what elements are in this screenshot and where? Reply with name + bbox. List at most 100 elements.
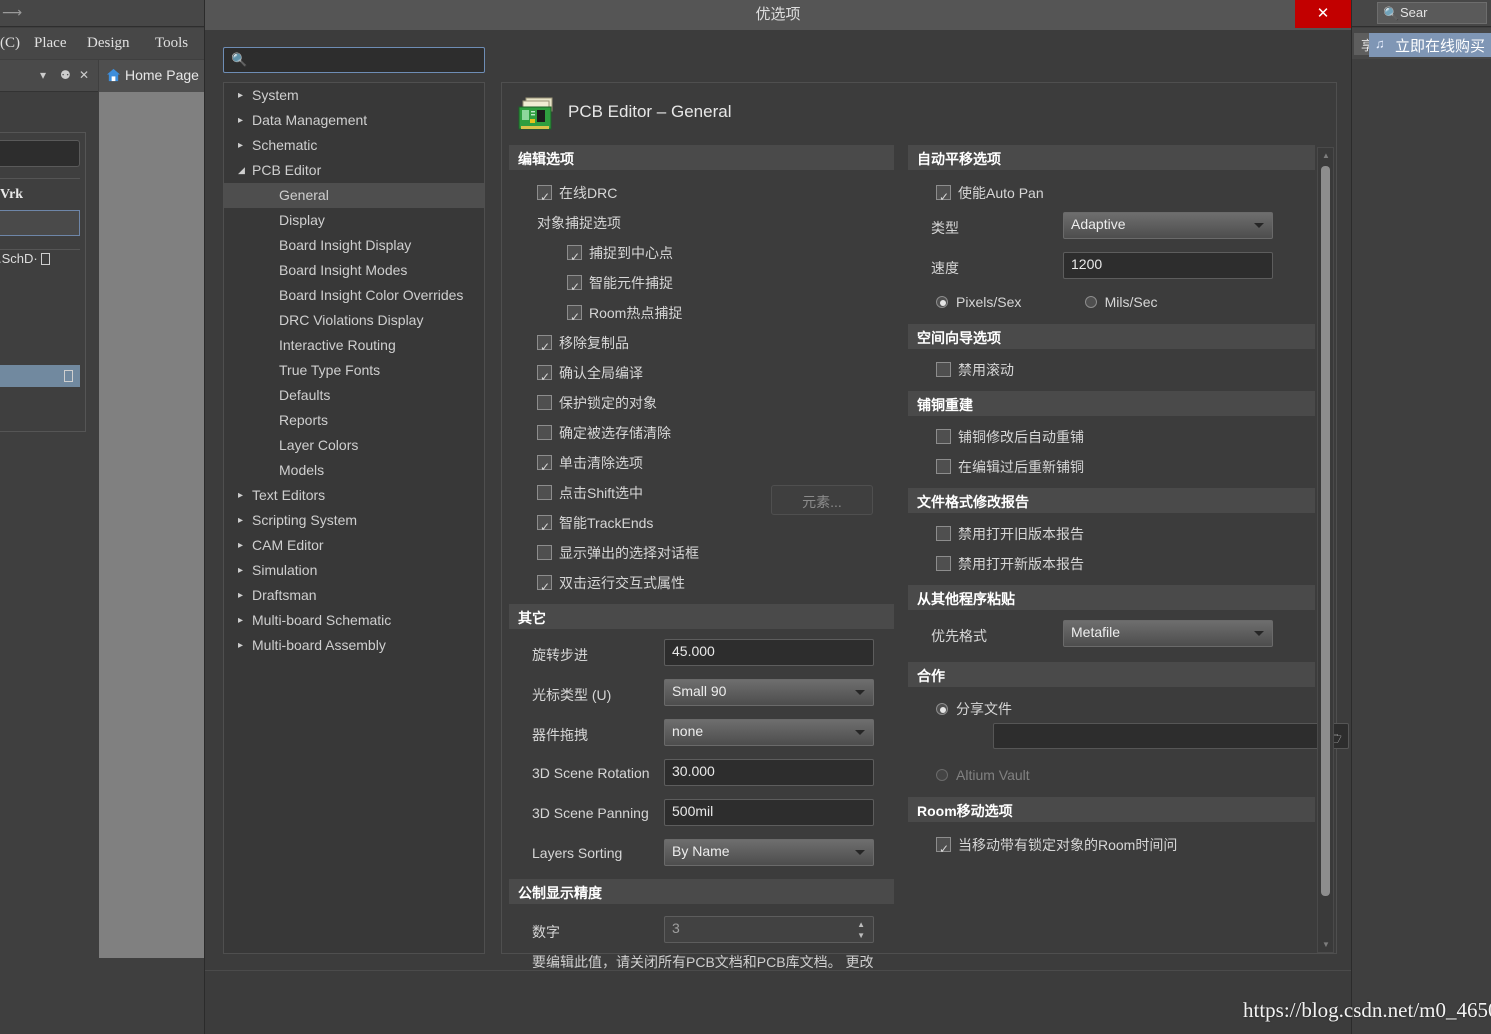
chevron-right-icon[interactable] xyxy=(238,533,250,558)
tree-item-schematic[interactable]: Schematic xyxy=(224,133,484,158)
radio-shared-files[interactable]: 分享文件 xyxy=(936,695,1012,723)
tree-item-display[interactable]: Display xyxy=(224,208,484,233)
chevron-right-icon[interactable] xyxy=(238,83,250,108)
tree-item-data-management[interactable]: Data Management xyxy=(224,108,484,133)
checkbox-click-clears-selection[interactable]: 单击清除选项 xyxy=(537,448,894,482)
global-search-box[interactable]: 🔍 Sear xyxy=(1377,2,1487,24)
tree-item-models[interactable]: Models xyxy=(224,458,484,483)
chevron-down-icon[interactable] xyxy=(238,158,250,183)
close-icon[interactable]: ✕ xyxy=(79,68,89,82)
metric-digits-spinner[interactable]: 3 ▲ ▼ xyxy=(664,916,874,943)
project-doc-row[interactable]: .SchD· xyxy=(0,248,80,270)
tree-item-drc-violations-display[interactable]: DRC Violations Display xyxy=(224,308,484,333)
checkbox-enable-auto-pan[interactable]: 使能Auto Pan xyxy=(936,178,1315,212)
tree-item-pcb-editor[interactable]: PCB Editor xyxy=(224,158,484,183)
other-row-select[interactable]: Small 90 xyxy=(664,679,874,706)
tab-home-page[interactable]: Home Page xyxy=(99,60,206,92)
chevron-up-icon[interactable]: ▲ xyxy=(857,920,865,929)
tree-item-label: DRC Violations Display xyxy=(279,312,424,328)
tree-item-true-type-fonts[interactable]: True Type Fonts xyxy=(224,358,484,383)
tree-item-interactive-routing[interactable]: Interactive Routing xyxy=(224,333,484,358)
tree-item-label: Schematic xyxy=(252,137,318,153)
tree-item-cam-editor[interactable]: CAM Editor xyxy=(224,533,484,558)
other-row-select[interactable]: By Name xyxy=(664,839,874,866)
tree-item-board-insight-display[interactable]: Board Insight Display xyxy=(224,233,484,258)
pin-icon[interactable]: ⚉ xyxy=(60,68,71,82)
tree-item-scripting-system[interactable]: Scripting System xyxy=(224,508,484,533)
tree-item-text-editors[interactable]: Text Editors xyxy=(224,483,484,508)
checkbox-label: 捕捉到中心点 xyxy=(589,245,673,261)
chevron-down-icon xyxy=(855,690,865,695)
chevron-right-icon[interactable] xyxy=(238,508,250,533)
checkbox-disable-roll[interactable]: 禁用滚动 xyxy=(936,355,1315,385)
chevron-down-icon[interactable]: ▼ xyxy=(857,931,865,940)
pointer-icon: ⟶ xyxy=(2,4,23,20)
autopan-speed-input[interactable]: 1200 xyxy=(1063,252,1273,279)
checkbox-double-click-runs-inspector[interactable]: 双击运行交互式属性 xyxy=(537,568,894,602)
group-header-autopan: 自动平移选项 xyxy=(908,145,1315,170)
tree-item-label: Board Insight Display xyxy=(279,237,412,253)
radio-pixels-per-sec[interactable]: Pixels/Sex xyxy=(936,288,1081,316)
chevron-right-icon[interactable] xyxy=(238,558,250,583)
menu-item-design[interactable]: Design xyxy=(87,35,130,52)
panel-text-field[interactable] xyxy=(0,140,80,167)
checkbox-display-popup-selection-dialog[interactable]: 显示弹出的选择对话框 xyxy=(537,538,894,568)
shared-files-path-input[interactable]: 🗁 xyxy=(993,723,1349,749)
tree-item-system[interactable]: System xyxy=(224,83,484,108)
other-row-select[interactable]: none xyxy=(664,719,874,746)
checkbox-ask-when-moving-locked-room[interactable]: 当移动带有锁定对象的Room时间问 xyxy=(936,830,1315,864)
tree-item-reports[interactable]: Reports xyxy=(224,408,484,433)
checkbox-confirm-global-edit[interactable]: 确认全局编译 xyxy=(537,358,894,392)
checkbox-room-hotspot-snap[interactable]: Room热点捕捉 xyxy=(567,298,894,332)
chevron-right-icon[interactable] xyxy=(238,108,250,133)
scrollbar-thumb[interactable] xyxy=(1321,166,1330,896)
promo-buy-online-button[interactable]: ♫ 立即在线购买 xyxy=(1368,33,1491,57)
checkbox-disable-new-version-report[interactable]: 禁用打开新版本报告 xyxy=(936,549,1315,579)
panel-focused-field[interactable] xyxy=(0,210,80,236)
tree-item-general[interactable]: General xyxy=(224,183,484,208)
search-input[interactable] xyxy=(249,48,481,72)
checkbox-disable-old-version-report[interactable]: 禁用打开旧版本报告 xyxy=(936,519,1315,549)
tree-item-layer-colors[interactable]: Layer Colors xyxy=(224,433,484,458)
chevron-right-icon[interactable] xyxy=(238,483,250,508)
tree-item-multi-board-assembly[interactable]: Multi-board Assembly xyxy=(224,633,484,658)
other-row-input[interactable]: 45.000 xyxy=(664,639,874,666)
checkbox-smart-component-snap[interactable]: 智能元件捕捉 xyxy=(567,268,894,302)
autopan-type-select[interactable]: Adaptive xyxy=(1063,212,1273,239)
scroll-down-icon[interactable]: ▼ xyxy=(1322,940,1330,949)
chevron-right-icon[interactable] xyxy=(238,583,250,608)
preferences-search[interactable]: 🔍 xyxy=(223,47,485,73)
chevron-down-icon[interactable]: ▾ xyxy=(40,68,46,82)
tree-item-defaults[interactable]: Defaults xyxy=(224,383,484,408)
chevron-right-icon[interactable] xyxy=(238,633,250,658)
tree-item-multi-board-schematic[interactable]: Multi-board Schematic xyxy=(224,608,484,633)
chevron-right-icon[interactable] xyxy=(238,608,250,633)
tree-item-board-insight-modes[interactable]: Board Insight Modes xyxy=(224,258,484,283)
checkbox-remove-duplicates[interactable]: 移除复制品 xyxy=(537,328,894,362)
menu-item-c[interactable]: (C) xyxy=(0,35,20,52)
close-icon[interactable]: ✕ xyxy=(1295,0,1351,28)
other-row-input[interactable]: 500mil xyxy=(664,799,874,826)
checkbox-online-drc[interactable]: 在线DRC xyxy=(537,178,894,212)
menu-item-place[interactable]: Place xyxy=(34,35,66,52)
checkbox-smart-trackends[interactable]: 智能TrackEnds xyxy=(537,508,894,542)
radio-label: Pixels/Sex xyxy=(956,294,1022,310)
checkbox-confirm-selection-memory-clear[interactable]: 确定被选存储清除 xyxy=(537,418,894,448)
menu-item-tools[interactable]: Tools xyxy=(155,35,188,52)
tree-item-draftsman[interactable]: Draftsman xyxy=(224,583,484,608)
checkbox-snap-to-center[interactable]: 捕捉到中心点 xyxy=(567,238,894,272)
checkbox-repour-after-edit[interactable]: 铺铜修改后自动重铺 xyxy=(936,422,1315,452)
tree-item-simulation[interactable]: Simulation xyxy=(224,558,484,583)
project-doc-row-selected[interactable] xyxy=(0,365,80,387)
preferred-format-select[interactable]: Metafile xyxy=(1063,620,1273,647)
scroll-up-icon[interactable]: ▲ xyxy=(1322,151,1330,160)
preferences-tree[interactable]: System Data Management Schematic PCB Editor… xyxy=(223,82,485,954)
checkbox-protect-locked-objects[interactable]: 保护锁定的对象 xyxy=(537,388,894,418)
tree-item-board-insight-color-overrides[interactable]: Board Insight Color Overrides xyxy=(224,283,484,308)
chevron-right-icon[interactable] xyxy=(238,133,250,158)
autopan-speed-value: 1200 xyxy=(1071,256,1103,272)
checkbox-repour-after-modify[interactable]: 在编辑过后重新铺铜 xyxy=(936,452,1315,482)
radio-mils-per-sec[interactable]: Mils/Sec xyxy=(1084,288,1158,316)
page-vertical-scrollbar[interactable]: ▲ ▼ xyxy=(1317,147,1334,953)
other-row-input[interactable]: 30.000 xyxy=(664,759,874,786)
